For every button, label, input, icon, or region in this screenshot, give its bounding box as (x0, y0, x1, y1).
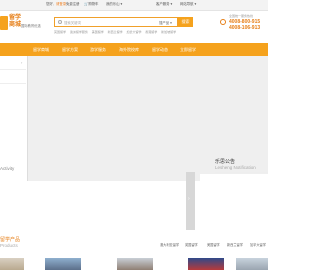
activity-label: Activity (0, 166, 15, 171)
search-input[interactable]: 搜索关键词 (64, 20, 81, 25)
register-link[interactable]: 免费注册 (66, 2, 80, 7)
hotword-link[interactable]: 美国留学 (92, 30, 104, 34)
main-nav: 留学商城 留学方案 游学服务 海外院校库 留学动态 立即留学 (0, 43, 268, 56)
nav-item-study-tour[interactable]: 游学服务 (90, 47, 106, 53)
logo-line1: 留学 (9, 15, 22, 21)
chevron-down-icon: ▾ (170, 21, 172, 25)
search-scope-select[interactable]: 搜产品 ▾ (159, 20, 172, 25)
brand-slogan: 国际教育优选 (21, 24, 41, 28)
product-thumbnail[interactable] (117, 258, 153, 270)
my-account-label: 我的乐山 (106, 2, 120, 6)
tab-new-zealand[interactable]: 新西兰留学 (227, 242, 243, 247)
login-link[interactable]: 请登录 (56, 2, 66, 7)
tab-canada[interactable]: 加拿大留学 (250, 242, 266, 247)
cart-link[interactable]: 🛒购物车 (84, 2, 98, 7)
chevron-right-icon: › (21, 60, 23, 65)
hotword-link[interactable]: 香港留学 (145, 30, 157, 34)
nav-item-mall[interactable]: 留学商城 (33, 47, 49, 53)
hot-search-words: 英国留学 澳洲留学服务 美国留学 新西兰留学 加拿大留学 香港留学 新加坡留学 (54, 30, 179, 34)
nav-item-plans[interactable]: 留学方案 (62, 47, 78, 53)
search-button[interactable]: 搜索 (178, 17, 193, 27)
category-item[interactable] (0, 70, 26, 84)
tab-uk[interactable]: 英国留学 (185, 242, 198, 247)
product-thumbnail[interactable] (0, 258, 24, 270)
notice-title: 乐思公告 (215, 159, 236, 165)
category-item[interactable]: › (0, 56, 26, 70)
product-thumbnail[interactable] (236, 258, 268, 270)
hotword-link[interactable]: 新西兰留学 (108, 30, 123, 34)
customer-service-label: 客户服务 (156, 2, 170, 6)
hotword-link[interactable]: 英国留学 (54, 30, 66, 34)
notice-subtitle: Lesheng Notification (215, 165, 256, 170)
nav-item-news[interactable]: 留学动态 (152, 47, 168, 53)
hotword-link[interactable]: 澳洲留学服务 (70, 30, 88, 34)
hotline-number-2: 4008-106-913 (229, 25, 261, 31)
phone-icon (220, 19, 226, 25)
search-box[interactable]: 搜索关键词 搜产品 ▾ (54, 17, 178, 27)
nav-item-apply[interactable]: 立即留学 (180, 47, 196, 53)
customer-service-menu[interactable]: 客户服务 ▾ (156, 2, 172, 7)
hotword-link[interactable]: 新加坡留学 (161, 30, 176, 34)
greeting-text: 您好, (46, 2, 54, 6)
notice-list (200, 174, 268, 229)
my-account-menu[interactable]: 我的乐山 ▾ (106, 2, 122, 7)
hotline-caption: 全国统一服务热线 (229, 14, 254, 18)
product-thumbnail[interactable] (45, 258, 81, 270)
site-nav-menu[interactable]: 网站导航 ▾ (180, 2, 196, 7)
logo-icon[interactable] (0, 16, 8, 30)
nav-item-schools[interactable]: 海外院校库 (119, 47, 139, 53)
hotword-link[interactable]: 加拿大留学 (126, 30, 141, 34)
tab-usa[interactable]: 美国留学 (207, 242, 220, 247)
top-bar: 您好, 请登录 免费注册 🛒购物车 我的乐山 ▾ 客户服务 ▾ 网站导航 ▾ (0, 0, 268, 11)
search-icon (58, 20, 62, 24)
tab-australia[interactable]: 澳大利亚留学 (160, 242, 179, 247)
search-scope-label: 搜产品 (159, 21, 170, 25)
category-sidebar: › (0, 56, 28, 181)
site-nav-label: 网站导航 (180, 2, 194, 6)
product-thumbnail[interactable] (188, 258, 224, 270)
products-title: 留学产品 (0, 237, 21, 243)
logo-line2: 商城 (9, 22, 22, 28)
slider-next-button[interactable]: › (186, 172, 195, 230)
cart-label: 购物车 (88, 2, 99, 6)
chevron-right-icon: › (188, 196, 190, 202)
products-subtitle: Products (0, 243, 18, 248)
divider (215, 172, 268, 173)
